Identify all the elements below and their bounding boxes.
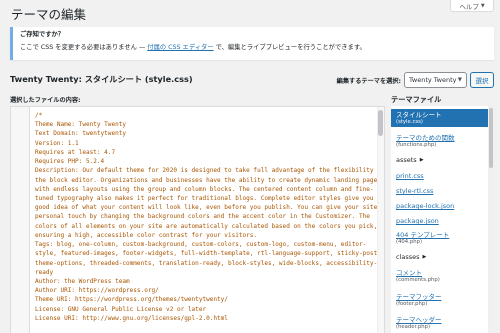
notice-body: ここで CSS を変更する必要はありません — 付属の CSS エディター で、… <box>20 43 487 52</box>
theme-select-value: Twenty Twenty <box>409 76 457 84</box>
file-link[interactable]: package.json <box>396 217 488 225</box>
help-tab-button[interactable]: ヘルプ ▼ <box>450 0 494 12</box>
chevron-down-icon: ▼ <box>480 2 485 9</box>
code-line: theme-options, threaded-comments, transl… <box>35 259 378 267</box>
select-theme-button[interactable]: 選択 <box>470 72 494 88</box>
code-line: colors of all elements on your site are … <box>35 222 378 230</box>
chevron-down-icon: ▼ <box>457 77 462 83</box>
file-item[interactable]: テーマのための関数 (functions.php) <box>391 134 488 148</box>
file-item[interactable]: テーマヘッダー (header.php) <box>391 316 488 330</box>
notice-text-after: で、編集とライブプレビューを行うことができます。 <box>213 43 366 51</box>
file-link[interactable]: コメント <box>396 269 488 277</box>
file-item[interactable]: スタイルシート (style.css) <box>391 109 488 128</box>
file-item[interactable]: package-lock.json <box>391 202 488 210</box>
code-line: ready <box>35 268 54 276</box>
notice-title: ご存知ですか？ <box>20 31 65 38</box>
file-item[interactable]: print.css <box>391 172 488 180</box>
theme-select-label: 編集するテーマを選択: <box>336 77 401 85</box>
file-item[interactable]: コメント (comments.php) <box>391 269 488 283</box>
code-line: Author: the WordPress team <box>35 277 130 285</box>
theme-select-row: 編集するテーマを選択: Twenty Twenty ▼ 選択 <box>337 72 494 88</box>
code-line: Theme Name: Twenty Twenty <box>35 121 127 129</box>
file-link[interactable]: style-rtl.css <box>396 187 488 195</box>
theme-files-heading: テーマファイル <box>391 95 442 104</box>
code-line: with endless layouts using the group and… <box>35 185 374 193</box>
code-line: Tags: blog, one-column, custom-backgroun… <box>35 241 367 249</box>
code-line: /* <box>35 112 43 119</box>
code-line: License: GNU General Public License v2 o… <box>35 305 207 313</box>
folder-label: assets ▶ <box>396 156 488 164</box>
file-item[interactable]: テーマフッター (footer.php) <box>391 293 488 307</box>
css-editor-link[interactable]: 付属の CSS エディター <box>147 44 213 51</box>
code-line: Requires at least: 4.7 <box>35 148 116 156</box>
file-filename: (404.php) <box>396 239 423 246</box>
chevron-right-icon: ▶ <box>422 253 427 260</box>
code-line: License URI: http://www.gnu.org/licenses… <box>35 314 228 322</box>
file-list-scrollbar[interactable] <box>488 106 494 333</box>
theme-select-dropdown[interactable]: Twenty Twenty ▼ <box>404 72 467 88</box>
file-filename: (header.php) <box>396 324 431 331</box>
file-link[interactable]: スタイルシート <box>396 111 488 119</box>
file-link[interactable]: テーマのための関数 <box>396 134 488 142</box>
code-editor[interactable]: /* Theme Name: Twenty Twenty Text Domain: … <box>10 106 385 333</box>
notice-text-before: ここで CSS を変更する必要はありません — <box>20 43 148 51</box>
code-line: Version: 1.1 <box>35 139 79 147</box>
file-link[interactable]: package-lock.json <box>396 202 488 210</box>
file-link[interactable]: テーマヘッダー <box>396 316 488 324</box>
code-line: Theme URI: https://wordpress.org/themes/… <box>35 296 228 304</box>
code-line: Author URI: https://wordpress.org/ <box>35 287 159 295</box>
folder-name: assets <box>396 156 417 164</box>
file-link[interactable]: テーマフッター <box>396 293 488 301</box>
file-filename: (style.css) <box>396 119 423 126</box>
editing-file-heading: Twenty Twenty: スタイルシート (style.css) <box>10 74 193 84</box>
line-number-gutter <box>11 107 30 333</box>
file-item[interactable]: style-rtl.css <box>391 187 488 195</box>
code-line: personal touch by changing the backgroun… <box>35 213 370 221</box>
code-line: Requires PHP: 5.2.4 <box>35 158 105 166</box>
file-list-scrollbar-thumb[interactable] <box>489 108 493 168</box>
did-you-know-notice: ご存知ですか？ ここで CSS を変更する必要はありません — 付属の CSS … <box>10 27 494 60</box>
file-filename: (functions.php) <box>396 142 437 149</box>
editor-scrollbar[interactable] <box>377 107 384 333</box>
code-line: Text Domain: twentytwenty <box>35 130 127 138</box>
code-line: ensuring a high, accessible color contra… <box>35 231 258 239</box>
file-content-label: 選択したファイルの内容: <box>10 97 81 104</box>
code-line: Description: Our default theme for 2020 … <box>35 167 385 175</box>
file-link[interactable]: 404 テンプレート <box>396 231 488 239</box>
editor-scrollbar-thumb[interactable] <box>378 110 383 136</box>
file-item[interactable]: 404 テンプレート (404.php) <box>391 231 488 245</box>
folder-item[interactable]: classes ▶ <box>391 253 488 261</box>
folder-item[interactable]: assets ▶ <box>391 156 488 164</box>
file-filename: (comments.php) <box>396 277 440 284</box>
code-line: tuned typography also makes it perfect f… <box>35 194 381 202</box>
code-line: the block editor. Organizations and busi… <box>35 176 381 184</box>
help-tab-label: ヘルプ <box>459 2 479 11</box>
file-item[interactable]: package.json <box>391 217 488 225</box>
chevron-right-icon: ▶ <box>419 156 424 163</box>
page-title: テーマの編集 <box>11 7 87 22</box>
folder-name: classes <box>396 253 420 261</box>
theme-file-list: スタイルシート (style.css) テーマのための関数 (functions.ph… <box>391 106 494 333</box>
file-link[interactable]: print.css <box>396 172 488 180</box>
code-line: good idea of what your content will look… <box>35 204 385 212</box>
code-line: style, featured-images, footer-widgets, … <box>35 250 381 258</box>
file-filename: (footer.php) <box>396 301 428 308</box>
folder-label: classes ▶ <box>396 253 488 261</box>
code-content[interactable]: /* Theme Name: Twenty Twenty Text Domain: … <box>35 111 385 333</box>
